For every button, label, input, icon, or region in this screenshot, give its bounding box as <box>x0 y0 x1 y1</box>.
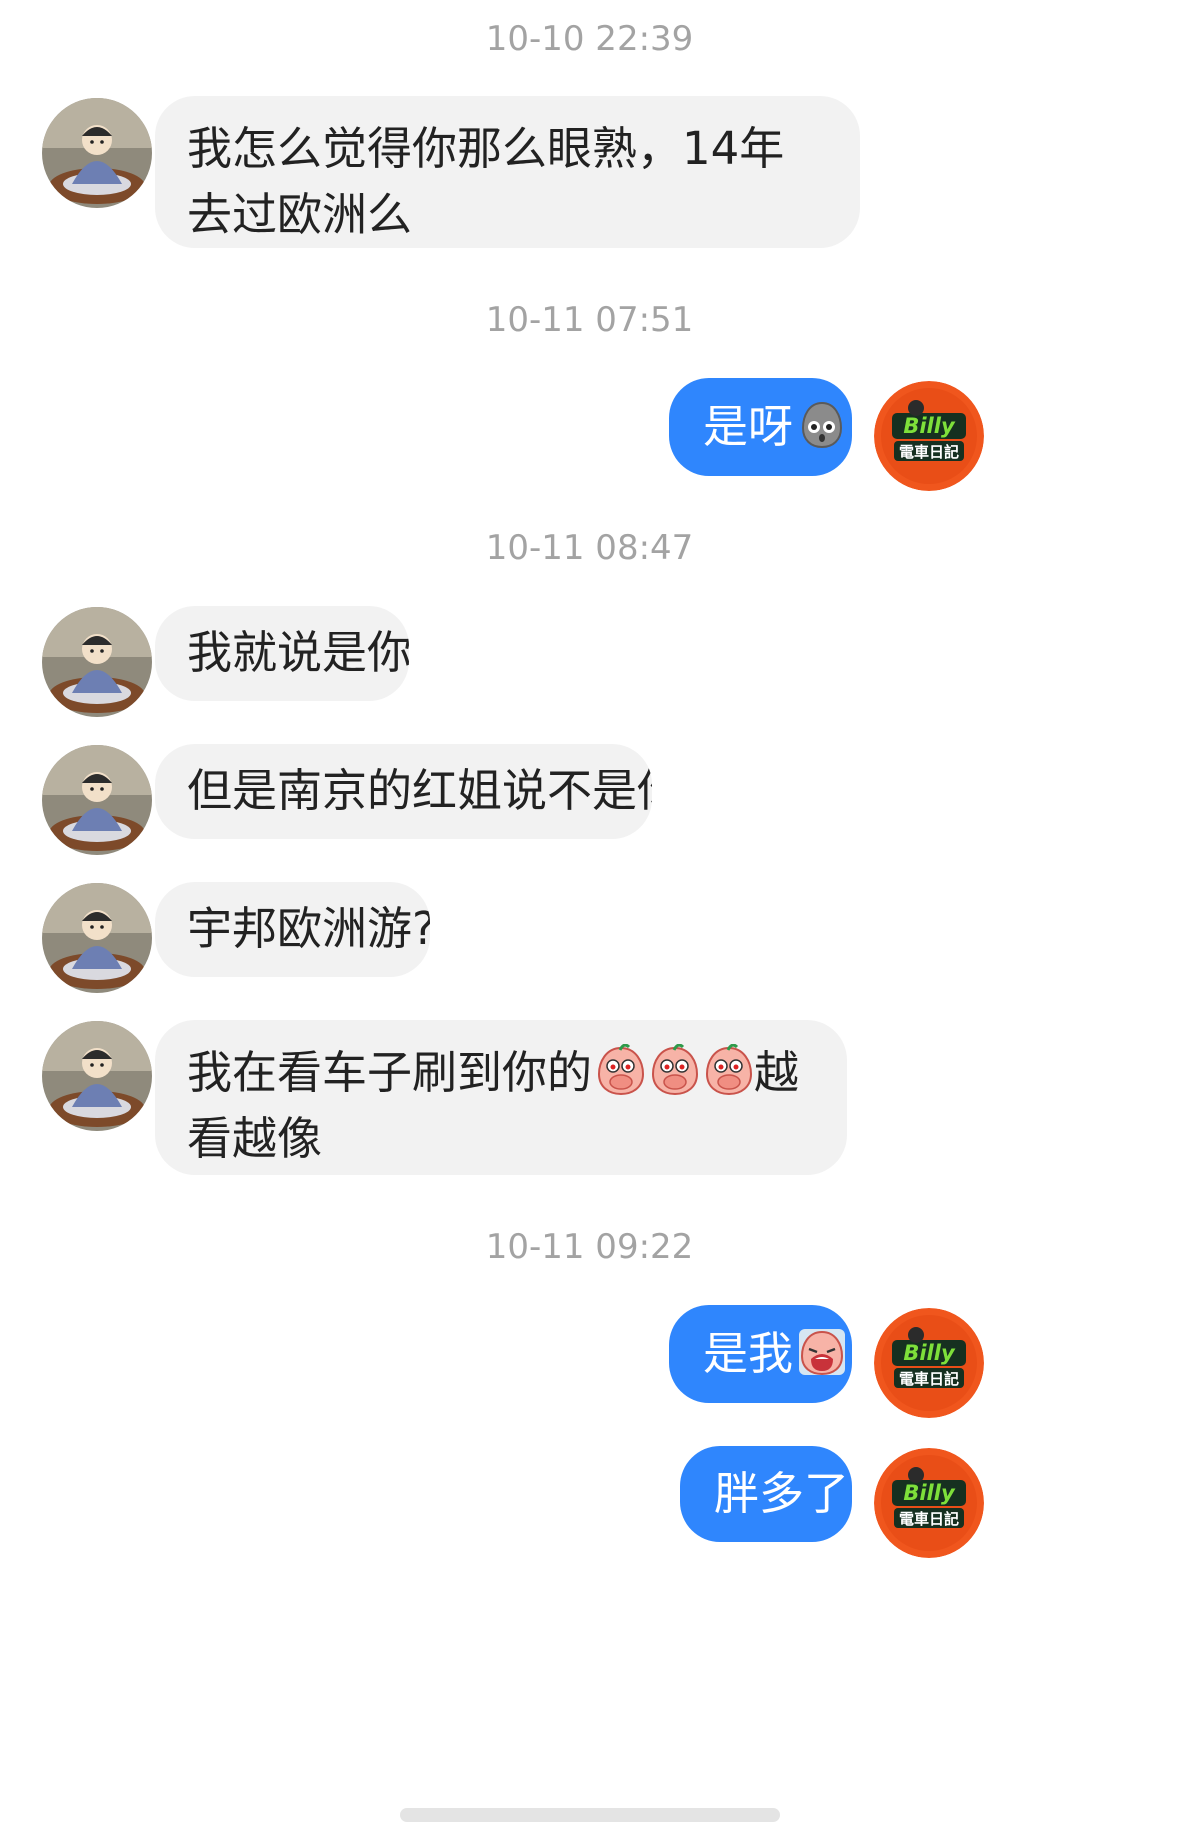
self-avatar[interactable] <box>874 381 984 491</box>
incoming-message-bubble[interactable]: 宇邦欧洲游? <box>155 882 430 977</box>
self-avatar[interactable] <box>874 1448 984 1558</box>
billy-logo-avatar-icon <box>874 1308 984 1418</box>
timestamp: 10-11 08:47 <box>485 528 694 568</box>
contact-avatar[interactable] <box>42 607 152 717</box>
peach-cover-mouth-emoji-icon <box>650 1044 700 1096</box>
billy-logo-avatar-icon <box>874 1448 984 1558</box>
contact-avatar-photo-icon <box>42 883 152 993</box>
outgoing-message-bubble[interactable]: 是呀 <box>669 378 852 476</box>
message-text: 我就说是你 <box>187 626 409 679</box>
incoming-message-bubble[interactable]: 但是南京的红姐说不是你 <box>155 744 652 839</box>
contact-avatar-photo-icon <box>42 607 152 717</box>
message-text: 是我 <box>703 1327 794 1380</box>
contact-avatar[interactable] <box>42 98 152 208</box>
contact-avatar[interactable] <box>42 883 152 993</box>
contact-avatar-photo-icon <box>42 1021 152 1131</box>
chat-thread[interactable]: 10-10 22:39 我怎么觉得你那么眼熟，14年去过欧洲么 10-11 07… <box>0 0 1179 1837</box>
message-text: 但是南京的红姐说不是你 <box>187 764 652 817</box>
self-avatar[interactable] <box>874 1308 984 1418</box>
contact-avatar[interactable] <box>42 1021 152 1131</box>
timestamp: 10-11 09:22 <box>485 1227 694 1267</box>
contact-avatar-photo-icon <box>42 745 152 855</box>
outgoing-message-bubble[interactable]: 是我 <box>669 1305 852 1403</box>
incoming-message-bubble[interactable]: 我在看车子刷到你的 越看越像 <box>155 1020 847 1175</box>
gray-ghost-surprised-emoji-icon <box>797 400 847 450</box>
peach-crying-emoji-icon <box>797 1327 847 1377</box>
message-text: 我在看车子刷到你的 <box>187 1046 593 1099</box>
incoming-message-bubble[interactable]: 我就说是你 <box>155 606 409 701</box>
outgoing-message-bubble[interactable]: 胖多了 <box>680 1446 852 1542</box>
message-text: 胖多了 <box>714 1467 850 1520</box>
home-indicator[interactable] <box>400 1808 780 1822</box>
contact-avatar[interactable] <box>42 745 152 855</box>
contact-avatar-photo-icon <box>42 98 152 208</box>
message-text: 宇邦欧洲游? <box>187 902 430 955</box>
peach-cover-mouth-emoji-icon <box>704 1044 754 1096</box>
timestamp: 10-11 07:51 <box>485 300 694 340</box>
billy-logo-avatar-icon <box>874 381 984 491</box>
timestamp: 10-10 22:39 <box>485 19 694 59</box>
message-text: 我怎么觉得你那么眼熟，14年去过欧洲么 <box>187 122 785 241</box>
message-text: 是呀 <box>703 400 794 453</box>
incoming-message-bubble[interactable]: 我怎么觉得你那么眼熟，14年去过欧洲么 <box>155 96 860 248</box>
peach-cover-mouth-emoji-icon <box>596 1044 646 1096</box>
